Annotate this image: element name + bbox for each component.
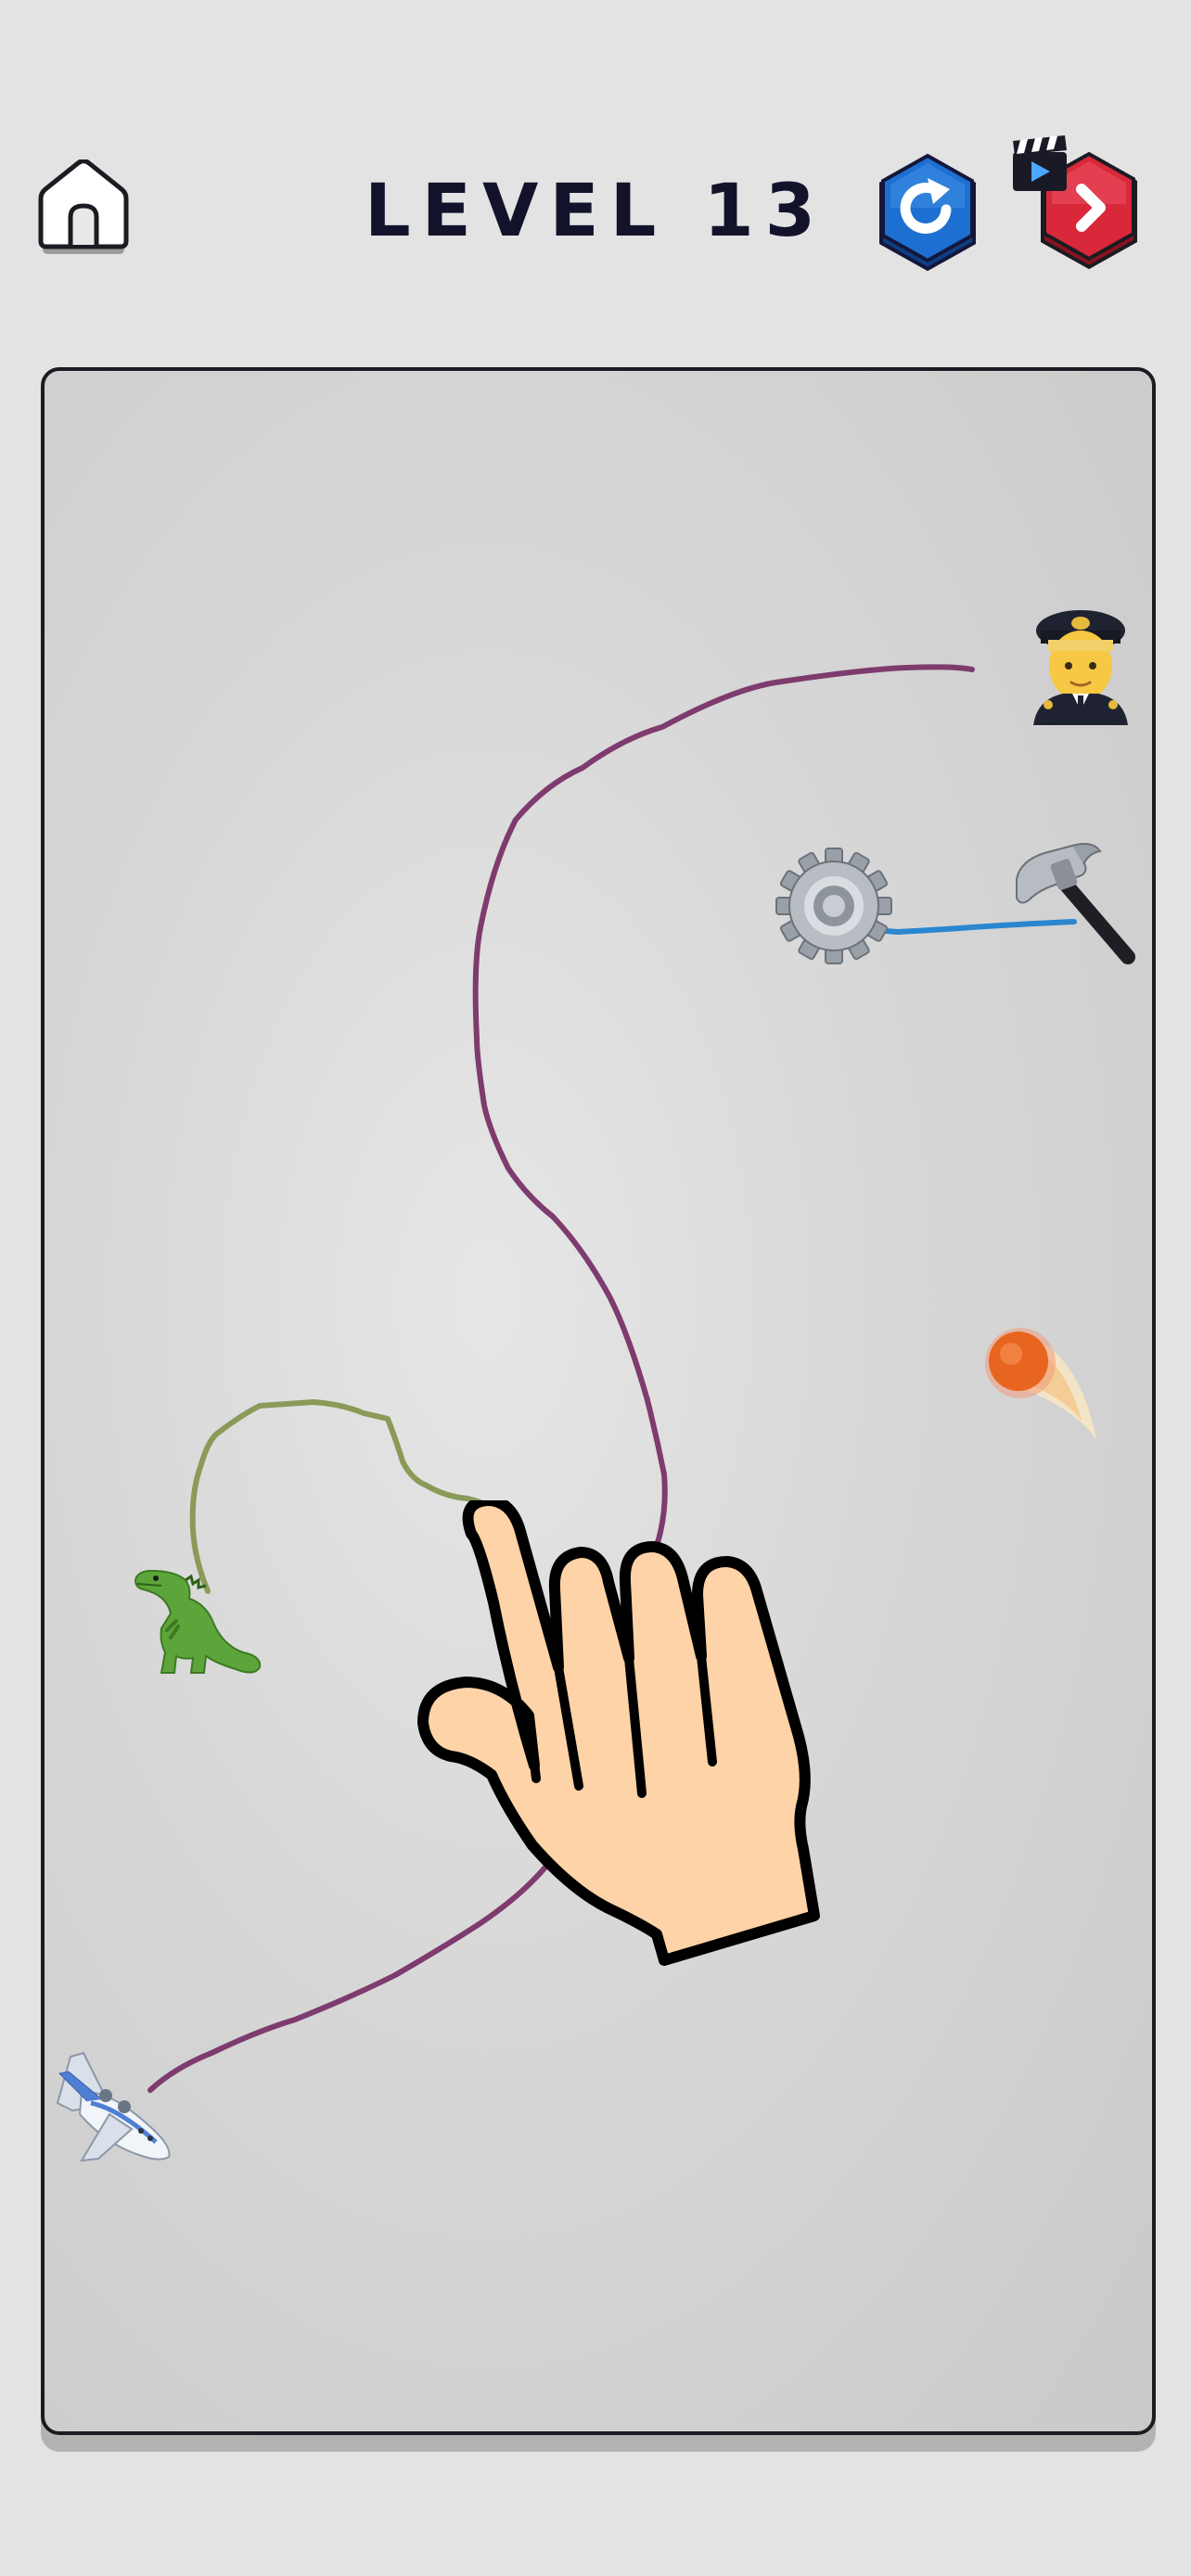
gear-icon: [775, 848, 892, 964]
comet-icon: [985, 1328, 1096, 1439]
skip-level-button[interactable]: [1009, 135, 1145, 273]
t-rex-emoji[interactable]: [134, 1567, 263, 1678]
pilot-icon: [1033, 610, 1128, 725]
clapperboard-icon: [1013, 135, 1067, 191]
home-button[interactable]: [35, 159, 132, 256]
hammer-icon: [1016, 843, 1135, 964]
game-board[interactable]: [41, 367, 1156, 2435]
hand-graphic: [417, 1495, 820, 1966]
pilot-emoji[interactable]: [1030, 595, 1132, 725]
airplane-icon: [56, 2051, 171, 2162]
comet-emoji[interactable]: [978, 1320, 1108, 1450]
airplane-emoji[interactable]: [54, 2049, 184, 2164]
hammer-emoji[interactable]: [1011, 842, 1141, 966]
restart-icon: [879, 153, 976, 272]
pointing-hand-icon: [414, 1495, 852, 1983]
level-title: LEVEL 13: [364, 170, 827, 253]
top-bar: LEVEL 13: [0, 0, 1191, 315]
restart-button[interactable]: [876, 152, 980, 273]
game-screen: LEVEL 13: [0, 0, 1191, 2576]
skip-level-video-icon: [1013, 135, 1137, 270]
home-icon: [38, 159, 129, 254]
t-rex-icon: [134, 1569, 262, 1674]
gear-emoji[interactable]: [774, 846, 894, 966]
